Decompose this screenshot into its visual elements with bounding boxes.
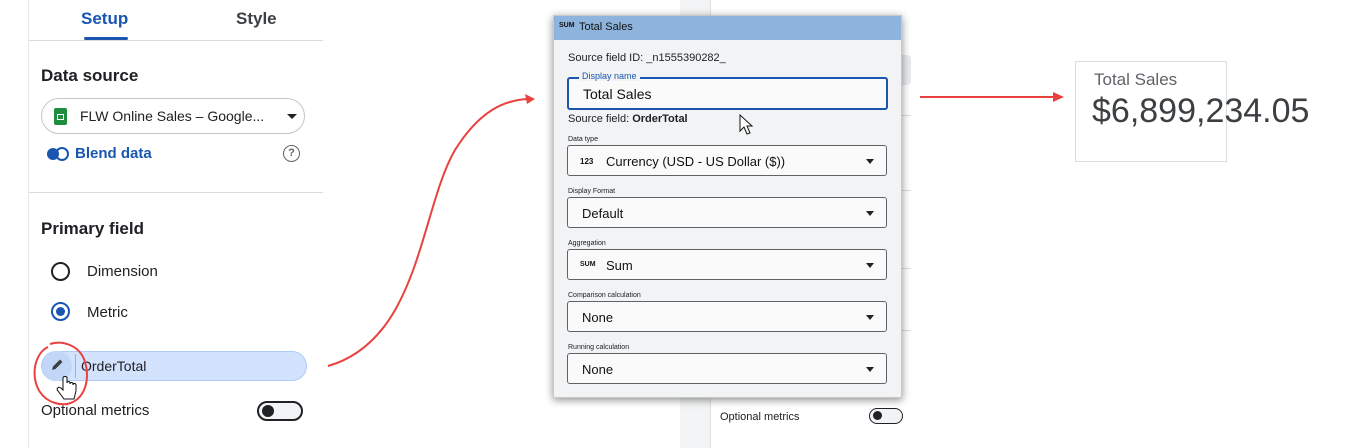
comparison-calculation-value: None: [582, 310, 614, 325]
source-field-id: Source field ID: _n1555390282_: [568, 52, 726, 64]
display-format-value: Default: [582, 206, 624, 221]
pencil-icon: [52, 359, 63, 370]
chevron-down-icon: [866, 211, 874, 216]
metric-radio-label: Metric: [87, 304, 128, 321]
display-name-value: Total Sales: [583, 86, 652, 102]
number-type-icon: 123: [580, 157, 594, 166]
display-format-select[interactable]: Default: [567, 197, 887, 228]
chevron-down-icon: [866, 263, 874, 268]
source-field-line: Source field: OrderTotal: [568, 113, 688, 125]
scorecard-chart[interactable]: Total Sales $6,899,234.05: [1075, 61, 1309, 162]
display-format-caption: Display Format: [568, 188, 616, 195]
annotation-arrow-to-dialog: [327, 98, 529, 367]
aggregation-caption: Aggregation: [568, 240, 606, 247]
blend-data-icon: [47, 147, 69, 161]
sum-badge: SUM: [559, 22, 575, 29]
data-source-select[interactable]: FLW Online Sales – Google...: [41, 98, 305, 134]
dialog-title: Total Sales: [579, 21, 633, 33]
aggregation-value: Sum: [606, 258, 633, 273]
arrow-head-icon: [1053, 92, 1064, 102]
tabs-divider: [29, 40, 323, 41]
dimension-radio[interactable]: [51, 262, 70, 281]
comparison-calculation-select[interactable]: None: [567, 301, 887, 332]
arrow-head-icon: [525, 94, 535, 104]
comparison-calculation-caption: Comparison calculation: [568, 292, 641, 299]
help-icon[interactable]: ?: [283, 145, 300, 162]
scorecard-value: $6,899,234.05: [1092, 92, 1310, 130]
running-calculation-caption: Running calculation: [568, 344, 630, 351]
data-type-select[interactable]: 123 Currency (USD - US Dollar ($)): [567, 145, 887, 176]
running-calculation-select[interactable]: None: [567, 353, 887, 384]
aggregation-select[interactable]: SUM Sum: [567, 249, 887, 280]
google-sheets-icon: [54, 108, 67, 125]
chevron-down-icon: [866, 367, 874, 372]
chevron-down-icon: [287, 114, 297, 119]
optional-metrics-label: Optional metrics: [41, 402, 150, 419]
metric-field-chip[interactable]: OrderTotal: [41, 351, 307, 381]
chip-divider: [75, 354, 76, 378]
toggle-knob: [262, 405, 274, 417]
sum-icon: SUM: [580, 261, 596, 268]
blend-data-link[interactable]: Blend data: [75, 145, 152, 162]
data-source-heading: Data source: [41, 66, 139, 85]
source-field-prefix: Source field:: [568, 113, 633, 125]
section-divider: [29, 192, 323, 193]
metric-radio[interactable]: [51, 302, 70, 321]
data-source-value: FLW Online Sales – Google...: [80, 108, 265, 124]
running-calculation-value: None: [582, 362, 614, 377]
setup-panel: Setup Style Data source FLW Online Sales…: [28, 0, 323, 448]
dimension-radio-label: Dimension: [87, 263, 158, 280]
toggle-knob: [873, 411, 882, 420]
data-type-caption: Data type: [568, 136, 598, 143]
metric-field-label: OrderTotal: [81, 358, 147, 374]
scorecard-title: Total Sales: [1094, 70, 1178, 89]
primary-field-heading: Primary field: [41, 219, 144, 238]
data-type-value: Currency (USD - US Dollar ($)): [606, 154, 786, 169]
chevron-down-icon: [866, 315, 874, 320]
dialog-header: SUM Total Sales: [554, 16, 901, 40]
source-field-value: OrderTotal: [632, 113, 688, 125]
tab-style[interactable]: Style: [236, 9, 277, 29]
tab-setup[interactable]: Setup: [81, 9, 128, 29]
chevron-down-icon: [866, 159, 874, 164]
display-name-caption: Display name: [579, 71, 640, 81]
display-name-input[interactable]: Display name Total Sales: [567, 71, 888, 110]
optional-metrics-toggle[interactable]: [257, 401, 303, 421]
edit-field-button[interactable]: [42, 351, 72, 381]
background-optional-metrics-toggle: [869, 408, 903, 424]
background-optional-metrics-label: Optional metrics: [720, 411, 800, 423]
field-edit-dialog: SUM Total Sales Source field ID: _n15553…: [553, 15, 902, 398]
